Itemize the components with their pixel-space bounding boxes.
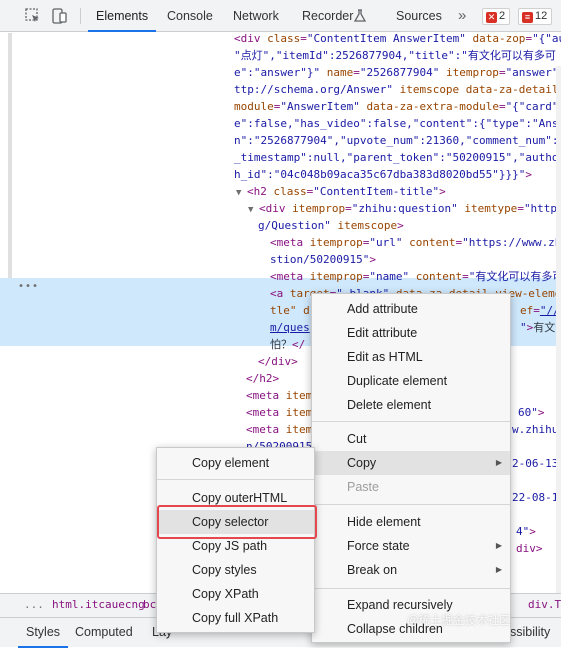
- breadcrumb-item[interactable]: html.itcauecng: [52, 594, 145, 616]
- tree-line[interactable]: <meta itemprop="name" content="有文化可以有多可: [270, 268, 561, 285]
- tab-sources[interactable]: Sources: [396, 0, 442, 32]
- tree-line-selected[interactable]: tle" d: [270, 302, 310, 319]
- devtools-toolbar: Elements Console Network Recorder Source…: [0, 0, 561, 32]
- menu-separator: [157, 479, 314, 480]
- tree-line[interactable]: _timestamp":null,"parent_token":"5020091…: [234, 149, 559, 166]
- error-count: 2: [499, 10, 506, 22]
- tree-line[interactable]: stion/50200915">: [270, 251, 376, 268]
- tab-network[interactable]: Network: [233, 0, 279, 32]
- menu-item-edit-as-html[interactable]: Edit as HTML: [312, 345, 510, 369]
- menu-item-add-attribute[interactable]: Add attribute: [312, 297, 510, 321]
- menu-item-hide-element[interactable]: Hide element: [312, 510, 510, 534]
- menu-item-edit-attribute[interactable]: Edit attribute: [312, 321, 510, 345]
- tab-elements[interactable]: Elements: [88, 0, 157, 32]
- tree-line-fragment[interactable]: ">有文化: [520, 319, 561, 336]
- tree-line[interactable]: n":"2526877904","upvote_num":21360,"comm…: [234, 132, 561, 149]
- tree-scrollbar[interactable]: [556, 66, 561, 593]
- error-count-badge[interactable]: ✕ 2: [482, 8, 511, 25]
- copy-submenu: Copy element Copy outerHTML Copy selecto…: [156, 447, 315, 633]
- tab-accessibility[interactable]: ssibility: [510, 618, 550, 646]
- menu-item-copy-full-xpath[interactable]: Copy full XPath: [157, 606, 314, 630]
- tree-line-selected[interactable]: 怕？</: [270, 336, 305, 353]
- menu-separator: [312, 588, 510, 589]
- inspect-element-icon[interactable]: [24, 7, 42, 25]
- menu-item-copy-element[interactable]: Copy element: [157, 451, 314, 475]
- tree-line[interactable]: </h2>: [246, 370, 279, 387]
- tree-line[interactable]: ▼ <h2 class="ContentItem-title">: [236, 183, 446, 200]
- node-actions-dots[interactable]: •••: [18, 281, 39, 292]
- menu-item-break-on[interactable]: Break on ▶: [312, 558, 510, 582]
- tree-line[interactable]: <meta item: [246, 421, 312, 438]
- tree-line-fragment[interactable]: w.zhihu.: [512, 421, 561, 438]
- tree-line[interactable]: module="AnswerItem" data-za-extra-module…: [234, 98, 561, 115]
- menu-separator: [312, 504, 510, 505]
- device-toolbar-icon[interactable]: [50, 7, 68, 25]
- menu-item-copy-xpath[interactable]: Copy XPath: [157, 582, 314, 606]
- tab-recorder[interactable]: Recorder: [302, 0, 353, 32]
- tree-line[interactable]: ttp://schema.org/Answer" itemscope data-…: [234, 81, 561, 98]
- warning-count: 12: [535, 10, 548, 22]
- tree-line[interactable]: <meta item: [246, 404, 312, 421]
- menu-item-break-on-label: Break on: [347, 563, 398, 577]
- tree-line[interactable]: <div class="ContentItem AnswerItem" data…: [234, 33, 561, 47]
- issue-icon: ≡: [522, 12, 533, 23]
- submenu-arrow-icon: ▶: [495, 565, 502, 574]
- toolbar-separator: [80, 8, 81, 24]
- tab-styles[interactable]: Styles: [18, 618, 69, 648]
- menu-item-delete-element[interactable]: Delete element: [312, 393, 510, 417]
- menu-item-copy-label: Copy: [347, 456, 377, 470]
- tree-line[interactable]: <meta itemprop="url" content="https://ww…: [270, 234, 561, 251]
- tree-line-fragment[interactable]: 4">: [516, 523, 536, 540]
- tree-line-fragment[interactable]: 22-08-1: [512, 489, 558, 506]
- submenu-arrow-icon: ▶: [495, 541, 502, 550]
- watermark: @稀土掘金技术社区: [407, 615, 511, 627]
- tree-line-fragment[interactable]: 2-06-13: [512, 455, 558, 472]
- tab-computed[interactable]: Computed: [75, 618, 133, 646]
- menu-item-duplicate-element[interactable]: Duplicate element: [312, 369, 510, 393]
- breadcrumb-item[interactable]: div.Top: [528, 594, 561, 616]
- breadcrumb-overflow[interactable]: ...: [24, 594, 44, 616]
- context-menu: Add attribute Edit attribute Edit as HTM…: [311, 293, 511, 643]
- submenu-arrow-icon: ▶: [495, 458, 502, 467]
- more-tabs-icon[interactable]: »: [458, 0, 466, 32]
- menu-item-copy-styles[interactable]: Copy styles: [157, 558, 314, 582]
- menu-item-paste: Paste: [347, 480, 379, 494]
- tree-line[interactable]: e":"answer"}" name="2526877904" itemprop…: [234, 64, 559, 81]
- annotation-highlight-box: [157, 505, 317, 539]
- tree-line[interactable]: g/Question" itemscope>: [258, 217, 404, 234]
- tree-line[interactable]: "点灯","itemId":2526877904,"title":"有文化可以有…: [234, 47, 556, 64]
- menu-item-copy[interactable]: Copy ▶: [312, 451, 510, 475]
- recorder-flask-icon: [353, 9, 367, 26]
- tree-line[interactable]: h_id":"04c048b09aca35c67dba383d8020bd55"…: [234, 166, 532, 183]
- tree-line[interactable]: ▼ <div itemprop="zhihu:question" itemtype…: [248, 200, 561, 217]
- tab-console[interactable]: Console: [167, 0, 213, 32]
- menu-separator: [312, 421, 510, 422]
- tree-line-selected[interactable]: m/ques: [270, 319, 310, 336]
- menu-item-cut[interactable]: Cut: [312, 427, 510, 451]
- tree-line[interactable]: <meta item: [246, 387, 312, 404]
- tree-line-fragment[interactable]: 60">: [518, 404, 545, 421]
- menu-item-force-state-label: Force state: [347, 539, 410, 553]
- tree-line-fragment[interactable]: div>: [516, 540, 543, 557]
- tree-line[interactable]: </div>: [258, 353, 298, 370]
- tree-line[interactable]: e":false,"has_video":false,"content":{"t…: [234, 115, 561, 132]
- menu-item-force-state[interactable]: Force state ▶: [312, 534, 510, 558]
- tree-line-fragment[interactable]: ef="//w: [520, 302, 561, 319]
- warning-count-badge[interactable]: ≡ 12: [518, 8, 553, 25]
- breadcrumb-item[interactable]: bc: [143, 594, 156, 616]
- error-icon: ✕: [486, 12, 497, 23]
